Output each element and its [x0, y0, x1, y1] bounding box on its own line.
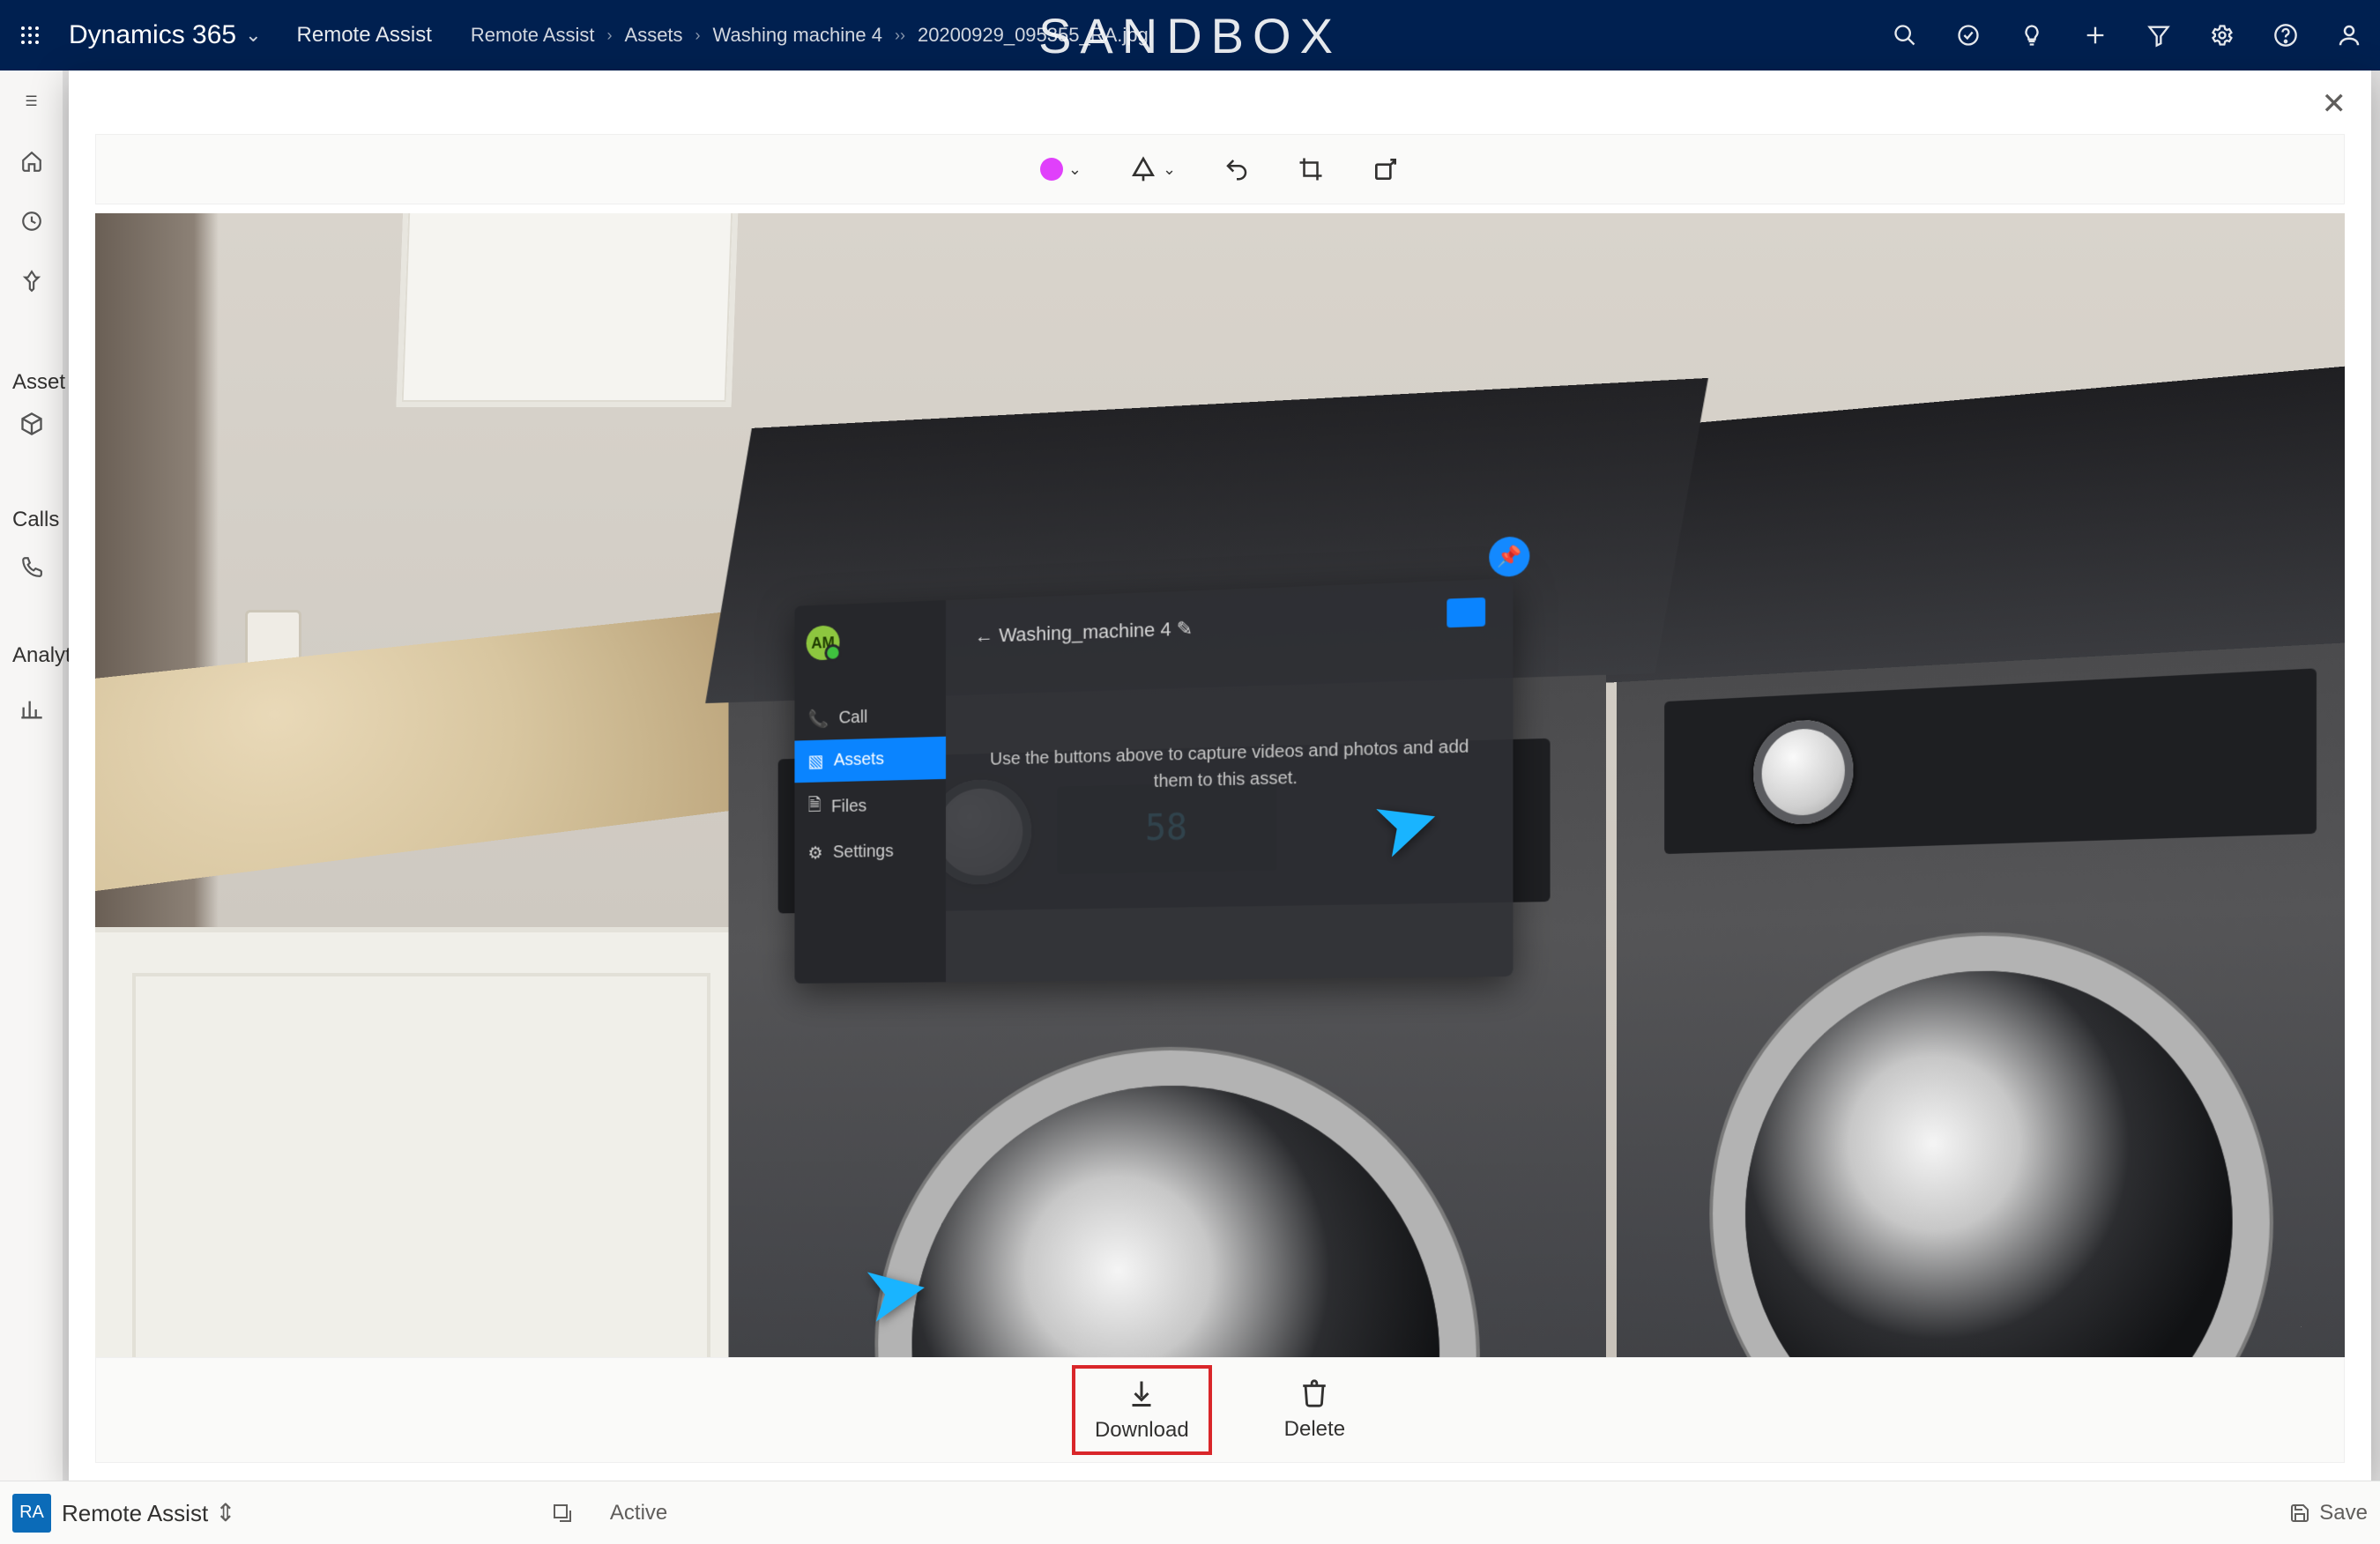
- photo-dryer: SAMSUNG: [1617, 623, 2345, 1357]
- photo-lower-cabinet: [95, 927, 756, 1357]
- annotation-toolbar: ⌄ ⌄: [95, 134, 2345, 204]
- chevron-down-icon: ⌄: [1068, 160, 1082, 179]
- image-viewer-modal: ✕ ⌄ ⌄ SAMSUNG: [69, 71, 2371, 1481]
- image-canvas[interactable]: SAMSUNG SAMSUNG 58 📌 AM 📞 Call ▧ Assets: [95, 213, 2345, 1357]
- hl-nav-call: 📞 Call: [794, 694, 946, 740]
- hamburger-icon[interactable]: ☰: [17, 86, 47, 116]
- hl-nav-assets: ▧ Assets: [794, 737, 946, 783]
- assets-icon[interactable]: [17, 409, 47, 439]
- search-icon[interactable]: [1890, 20, 1920, 50]
- crop-button[interactable]: [1298, 156, 1324, 182]
- app-launcher-icon[interactable]: [16, 21, 44, 49]
- photo-upper-cabinet: [396, 213, 739, 407]
- sandbox-watermark: SANDBOX: [1038, 7, 1342, 64]
- popout-icon[interactable]: [550, 1501, 575, 1525]
- task-flow-icon[interactable]: [1953, 20, 1983, 50]
- app-subtitle[interactable]: Remote Assist: [297, 23, 432, 48]
- app-chip-label[interactable]: Remote Assist⇕: [62, 1498, 236, 1527]
- rotate-button[interactable]: [1372, 155, 1400, 183]
- status-bar: RA Remote Assist⇕ Active Save: [0, 1481, 2380, 1544]
- analytics-icon[interactable]: [17, 694, 47, 724]
- gear-icon[interactable]: [2207, 20, 2237, 50]
- help-icon[interactable]: [2271, 20, 2301, 50]
- arrow-annotation-tool[interactable]: ⌄: [1129, 155, 1176, 183]
- download-label: Download: [1095, 1418, 1189, 1443]
- lightbulb-icon[interactable]: [2017, 20, 2047, 50]
- app-title[interactable]: Dynamics 365: [69, 20, 236, 50]
- chevron-right-icon: ›: [607, 26, 613, 45]
- filter-icon[interactable]: [2144, 20, 2174, 50]
- color-swatch-icon: [1040, 158, 1063, 181]
- home-icon[interactable]: [17, 146, 47, 176]
- app-chip[interactable]: RA: [12, 1494, 51, 1533]
- undo-button[interactable]: [1223, 156, 1250, 182]
- delete-button[interactable]: Delete: [1263, 1368, 1366, 1452]
- hl-nav-files: 🗎 Files: [794, 779, 946, 833]
- download-button[interactable]: Download: [1074, 1367, 1210, 1453]
- chevron-right-icon: ››: [895, 26, 905, 45]
- hl-panel-badge: [1447, 598, 1485, 627]
- image-actions-toolbar: Download Delete: [95, 1357, 2345, 1463]
- save-button[interactable]: Save: [2289, 1501, 2368, 1525]
- breadcrumb-item[interactable]: Washing machine 4: [713, 24, 882, 47]
- updown-icon[interactable]: ⇕: [215, 1499, 235, 1526]
- profile-icon[interactable]: [2334, 20, 2364, 50]
- close-icon[interactable]: ✕: [2322, 86, 2347, 122]
- chevron-right-icon: ›: [695, 26, 701, 45]
- chevron-down-icon: ⌄: [1163, 160, 1176, 179]
- nav-section-label: Calls: [12, 508, 59, 532]
- recent-icon[interactable]: [17, 206, 47, 236]
- color-picker-tool[interactable]: ⌄: [1040, 158, 1082, 181]
- chevron-down-icon[interactable]: ⌄: [245, 24, 261, 47]
- avatar: AM: [807, 625, 840, 660]
- breadcrumb-item[interactable]: Remote Assist: [471, 24, 595, 47]
- left-nav-rail: ☰: [0, 71, 63, 1481]
- breadcrumb-item[interactable]: Assets: [625, 24, 683, 47]
- record-status: Active: [610, 1501, 667, 1525]
- delete-label: Delete: [1284, 1417, 1345, 1442]
- pin-icon[interactable]: [17, 266, 47, 296]
- calls-icon[interactable]: [17, 552, 47, 582]
- add-icon[interactable]: [2080, 20, 2110, 50]
- hl-nav-settings: ⚙ Settings: [794, 829, 946, 874]
- nav-section-label: Asset: [12, 370, 65, 395]
- hl-panel-title: ← Washing_machine 4 ✎: [975, 617, 1193, 648]
- app-topbar: Dynamics 365 ⌄ Remote Assist Remote Assi…: [0, 0, 2380, 71]
